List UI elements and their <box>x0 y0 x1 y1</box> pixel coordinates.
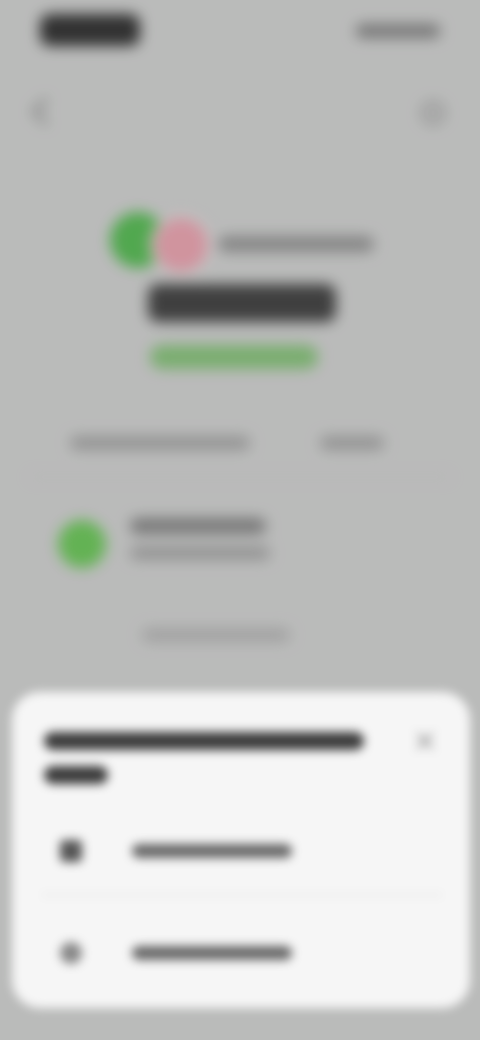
sheet-option-1[interactable] <box>42 820 442 880</box>
bottom-sheet <box>12 692 470 1008</box>
device-icon <box>60 840 82 862</box>
sheet-title <box>44 732 374 800</box>
sheet-divider <box>42 894 442 896</box>
close-icon[interactable] <box>414 730 436 752</box>
sheet-option-label <box>132 946 292 960</box>
sheet-option-label <box>132 844 292 858</box>
sheet-option-2[interactable] <box>42 922 442 982</box>
circle-icon <box>60 942 82 964</box>
app-screen <box>0 0 480 1040</box>
